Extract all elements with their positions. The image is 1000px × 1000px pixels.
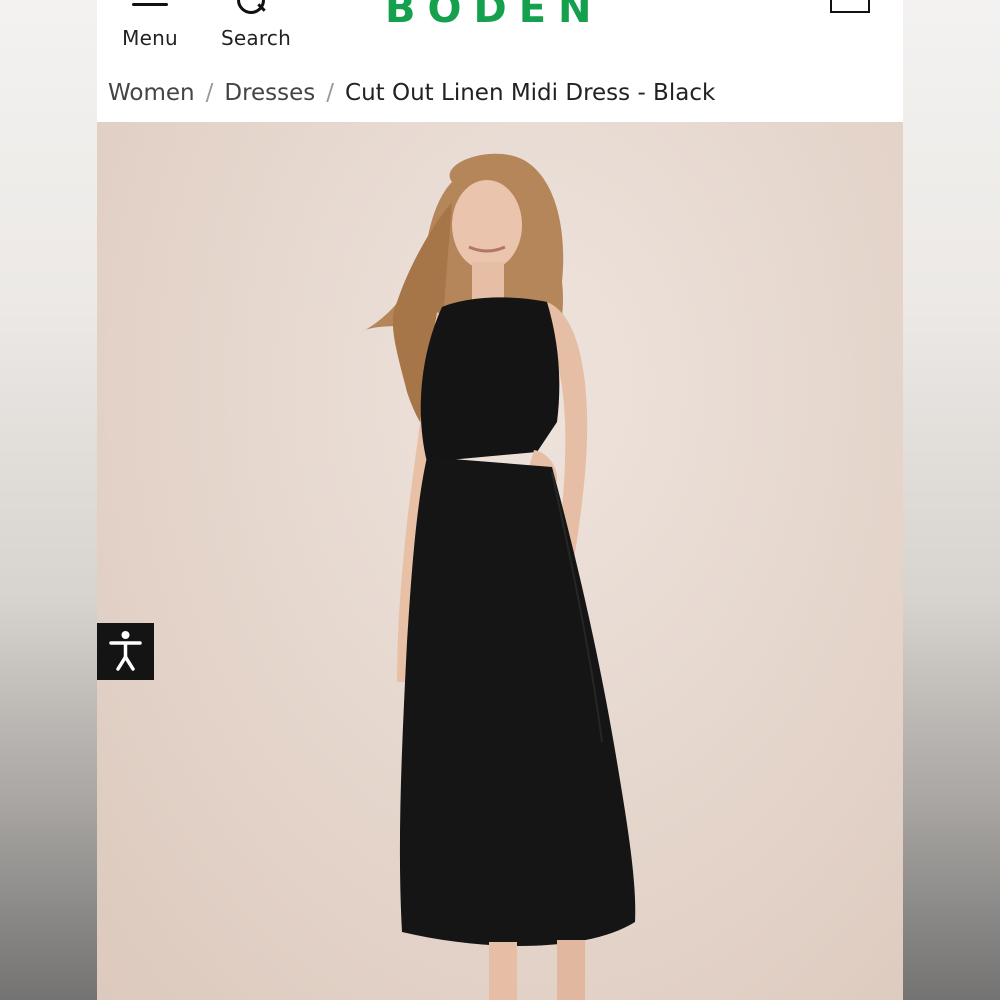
breadcrumb: Women / Dresses / Cut Out Linen Midi Dre… bbox=[97, 64, 903, 122]
site-header: Menu Search BODEN 0 bbox=[97, 0, 903, 65]
breadcrumb-dresses[interactable]: Dresses bbox=[224, 80, 315, 106]
search-button[interactable]: Search bbox=[219, 0, 293, 64]
menu-icon bbox=[132, 3, 168, 6]
page-viewport: Menu Search BODEN 0 Women / Dresses / Cu… bbox=[97, 0, 903, 1000]
menu-label: Menu bbox=[122, 26, 178, 50]
brand-logo[interactable]: BODEN bbox=[385, 0, 604, 32]
breadcrumb-separator: / bbox=[326, 80, 335, 106]
breadcrumb-separator: / bbox=[205, 80, 214, 106]
right-backdrop bbox=[903, 0, 1000, 1000]
bag-icon[interactable]: 0 bbox=[830, 0, 870, 13]
search-label: Search bbox=[221, 26, 291, 50]
model-photo bbox=[362, 153, 636, 1000]
bag-count: 0 bbox=[832, 0, 868, 3]
breadcrumb-current: Cut Out Linen Midi Dress - Black bbox=[345, 80, 716, 106]
left-backdrop bbox=[0, 0, 97, 1000]
accessibility-button[interactable] bbox=[97, 623, 154, 680]
menu-button[interactable]: Menu bbox=[117, 0, 183, 64]
breadcrumb-women[interactable]: Women bbox=[108, 80, 195, 106]
accessibility-icon bbox=[109, 631, 142, 671]
product-image[interactable] bbox=[97, 122, 903, 1000]
